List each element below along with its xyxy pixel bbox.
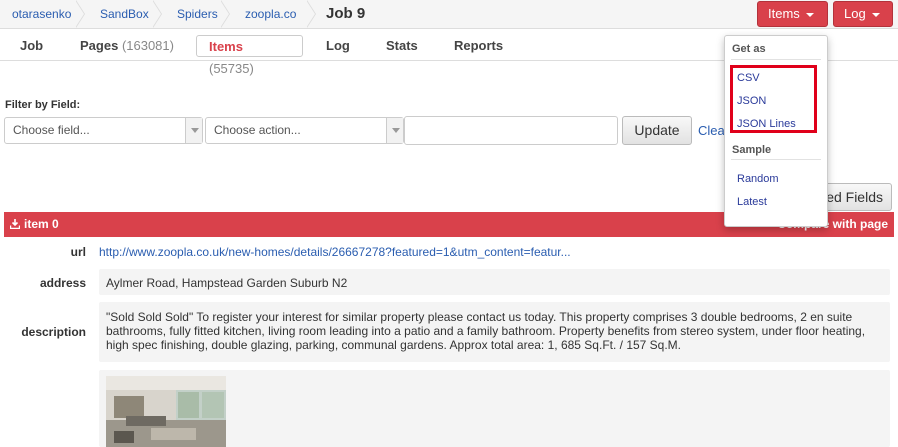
tab-label: Items bbox=[209, 39, 243, 54]
field-label-description: description bbox=[21, 325, 86, 339]
chevron-down-icon bbox=[805, 12, 814, 17]
breadcrumb-organization[interactable]: SandBox bbox=[88, 0, 149, 28]
items-export-button[interactable]: Items bbox=[757, 1, 828, 27]
item-title: item 0 bbox=[10, 212, 59, 237]
breadcrumb-spiders[interactable]: Spiders bbox=[165, 0, 218, 28]
log-button-label: Log bbox=[844, 6, 866, 21]
filter-value-input[interactable] bbox=[404, 116, 618, 145]
filter-label: Filter by Field: bbox=[5, 99, 81, 111]
address-value: Aylmer Road, Hampstead Garden Suburb N2 bbox=[106, 276, 348, 290]
tab-label: Log bbox=[326, 38, 350, 53]
get-as-header: Get as bbox=[732, 43, 766, 55]
tab-pages[interactable]: Pages (163081) bbox=[68, 35, 186, 57]
tab-job[interactable]: Job bbox=[8, 35, 55, 57]
clear-link[interactable]: Clea bbox=[698, 123, 725, 138]
field-label-url: url bbox=[70, 245, 86, 259]
update-button[interactable]: Update bbox=[622, 116, 692, 145]
chevron-down-icon bbox=[185, 118, 202, 143]
dropdown-divider bbox=[731, 159, 821, 160]
tab-items[interactable]: Items (55735) bbox=[196, 35, 303, 76]
action-select-value: Choose action... bbox=[214, 123, 301, 137]
breadcrumb-user[interactable]: otarasenko bbox=[0, 0, 71, 28]
field-label-address: address bbox=[39, 276, 86, 290]
description-value: "Sold Sold Sold" To register your intere… bbox=[106, 310, 866, 352]
tab-log[interactable]: Log bbox=[314, 35, 362, 57]
tab-label: Stats bbox=[386, 38, 418, 53]
tab-count: (55735) bbox=[209, 61, 254, 76]
log-button[interactable]: Log bbox=[833, 1, 893, 27]
page-title: Job 9 bbox=[326, 5, 366, 22]
breadcrumb-separator bbox=[306, 0, 316, 28]
field-select[interactable]: Choose field... bbox=[4, 117, 203, 144]
breadcrumb-separator bbox=[220, 0, 230, 28]
tab-label: Reports bbox=[454, 38, 504, 53]
download-icon[interactable] bbox=[10, 219, 20, 229]
highlight-box bbox=[730, 65, 817, 133]
chevron-down-icon bbox=[871, 12, 880, 17]
tab-stats[interactable]: Stats bbox=[374, 35, 430, 57]
action-select[interactable]: Choose action... bbox=[205, 117, 404, 144]
tab-reports[interactable]: Reports bbox=[442, 35, 515, 57]
tab-label: Pages bbox=[80, 38, 119, 53]
sample-header: Sample bbox=[732, 144, 772, 156]
chevron-down-icon bbox=[386, 118, 403, 143]
sample-random-link[interactable]: Random bbox=[737, 173, 779, 185]
field-select-value: Choose field... bbox=[13, 123, 90, 137]
tab-label: Job bbox=[20, 38, 44, 53]
url-link[interactable]: http://www.zoopla.co.uk/new-homes/detail… bbox=[99, 245, 571, 259]
tab-count: (163081) bbox=[121, 38, 174, 53]
item-title-text: item 0 bbox=[24, 217, 59, 231]
dropdown-divider bbox=[731, 59, 821, 60]
breadcrumb-separator bbox=[152, 0, 162, 28]
breadcrumb-separator bbox=[75, 0, 85, 28]
property-image[interactable] bbox=[106, 376, 226, 447]
sample-latest-link[interactable]: Latest bbox=[737, 196, 767, 208]
breadcrumb-spider[interactable]: zoopla.co bbox=[233, 0, 296, 28]
top-bar: otarasenko SandBox Spiders zoopla.co Job… bbox=[0, 0, 898, 29]
items-button-label: Items bbox=[768, 6, 800, 21]
